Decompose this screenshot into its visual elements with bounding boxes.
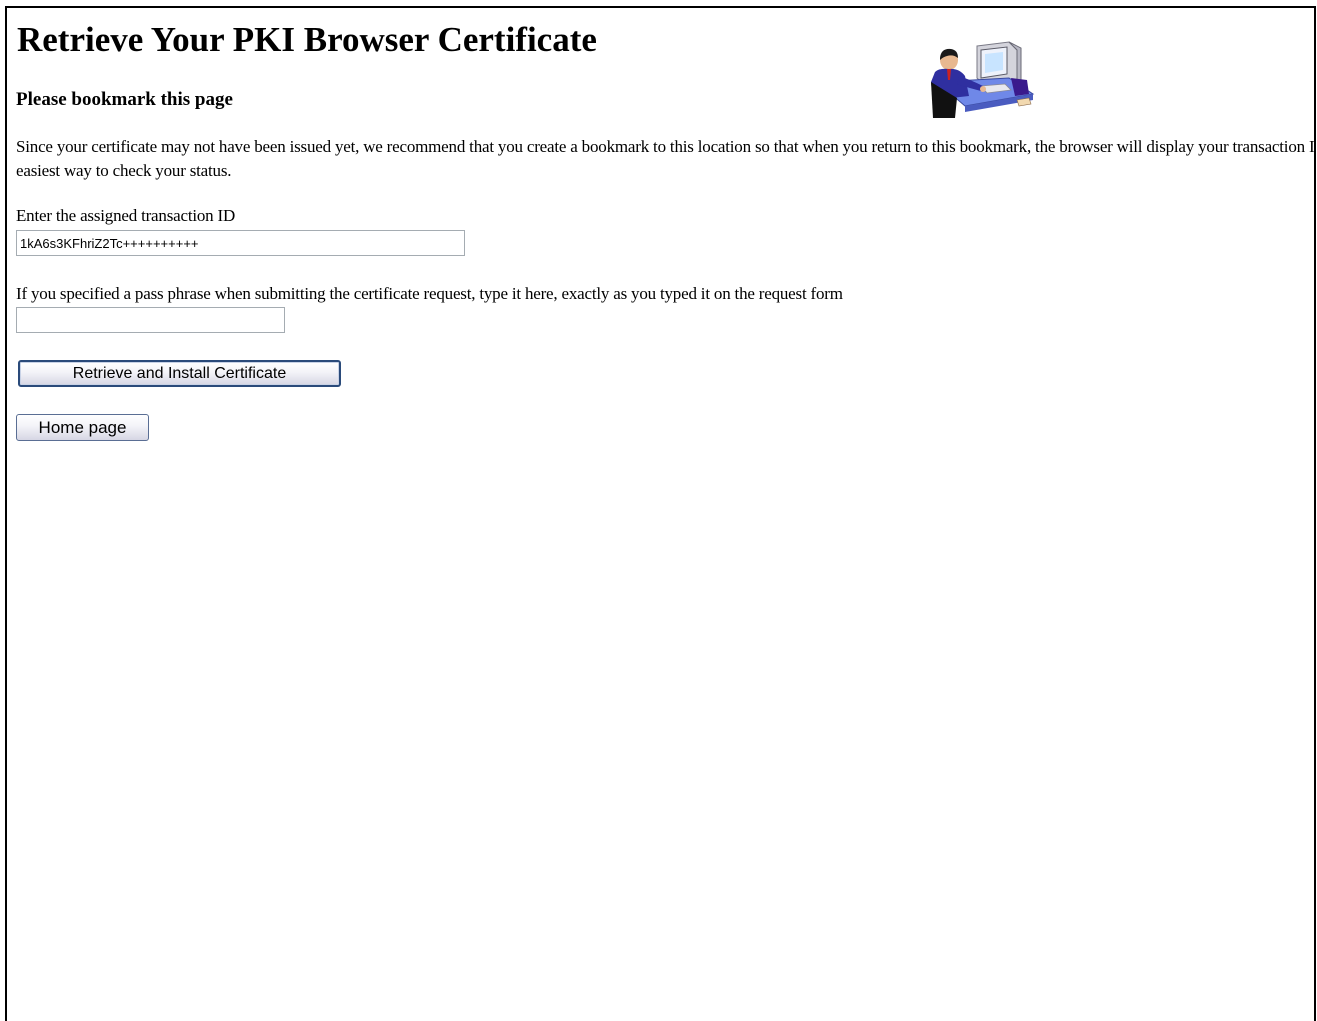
home-page-button[interactable]: Home page — [16, 414, 149, 441]
page-frame: Retrieve Your PKI Browser Certificate Pl… — [5, 6, 1316, 1021]
transaction-id-input[interactable] — [16, 230, 465, 256]
page-title: Retrieve Your PKI Browser Certificate — [17, 20, 597, 59]
intro-text: Since your certificate may not have been… — [16, 137, 1316, 180]
bookmark-subtitle: Please bookmark this page — [16, 89, 233, 110]
transaction-id-label: Enter the assigned transaction ID — [16, 206, 236, 225]
pass-phrase-input[interactable] — [16, 307, 285, 333]
retrieve-install-certificate-button[interactable]: Retrieve and Install Certificate — [18, 360, 341, 387]
person-at-computer-icon — [925, 38, 1037, 118]
pass-phrase-label: If you specified a pass phrase when subm… — [16, 284, 843, 303]
